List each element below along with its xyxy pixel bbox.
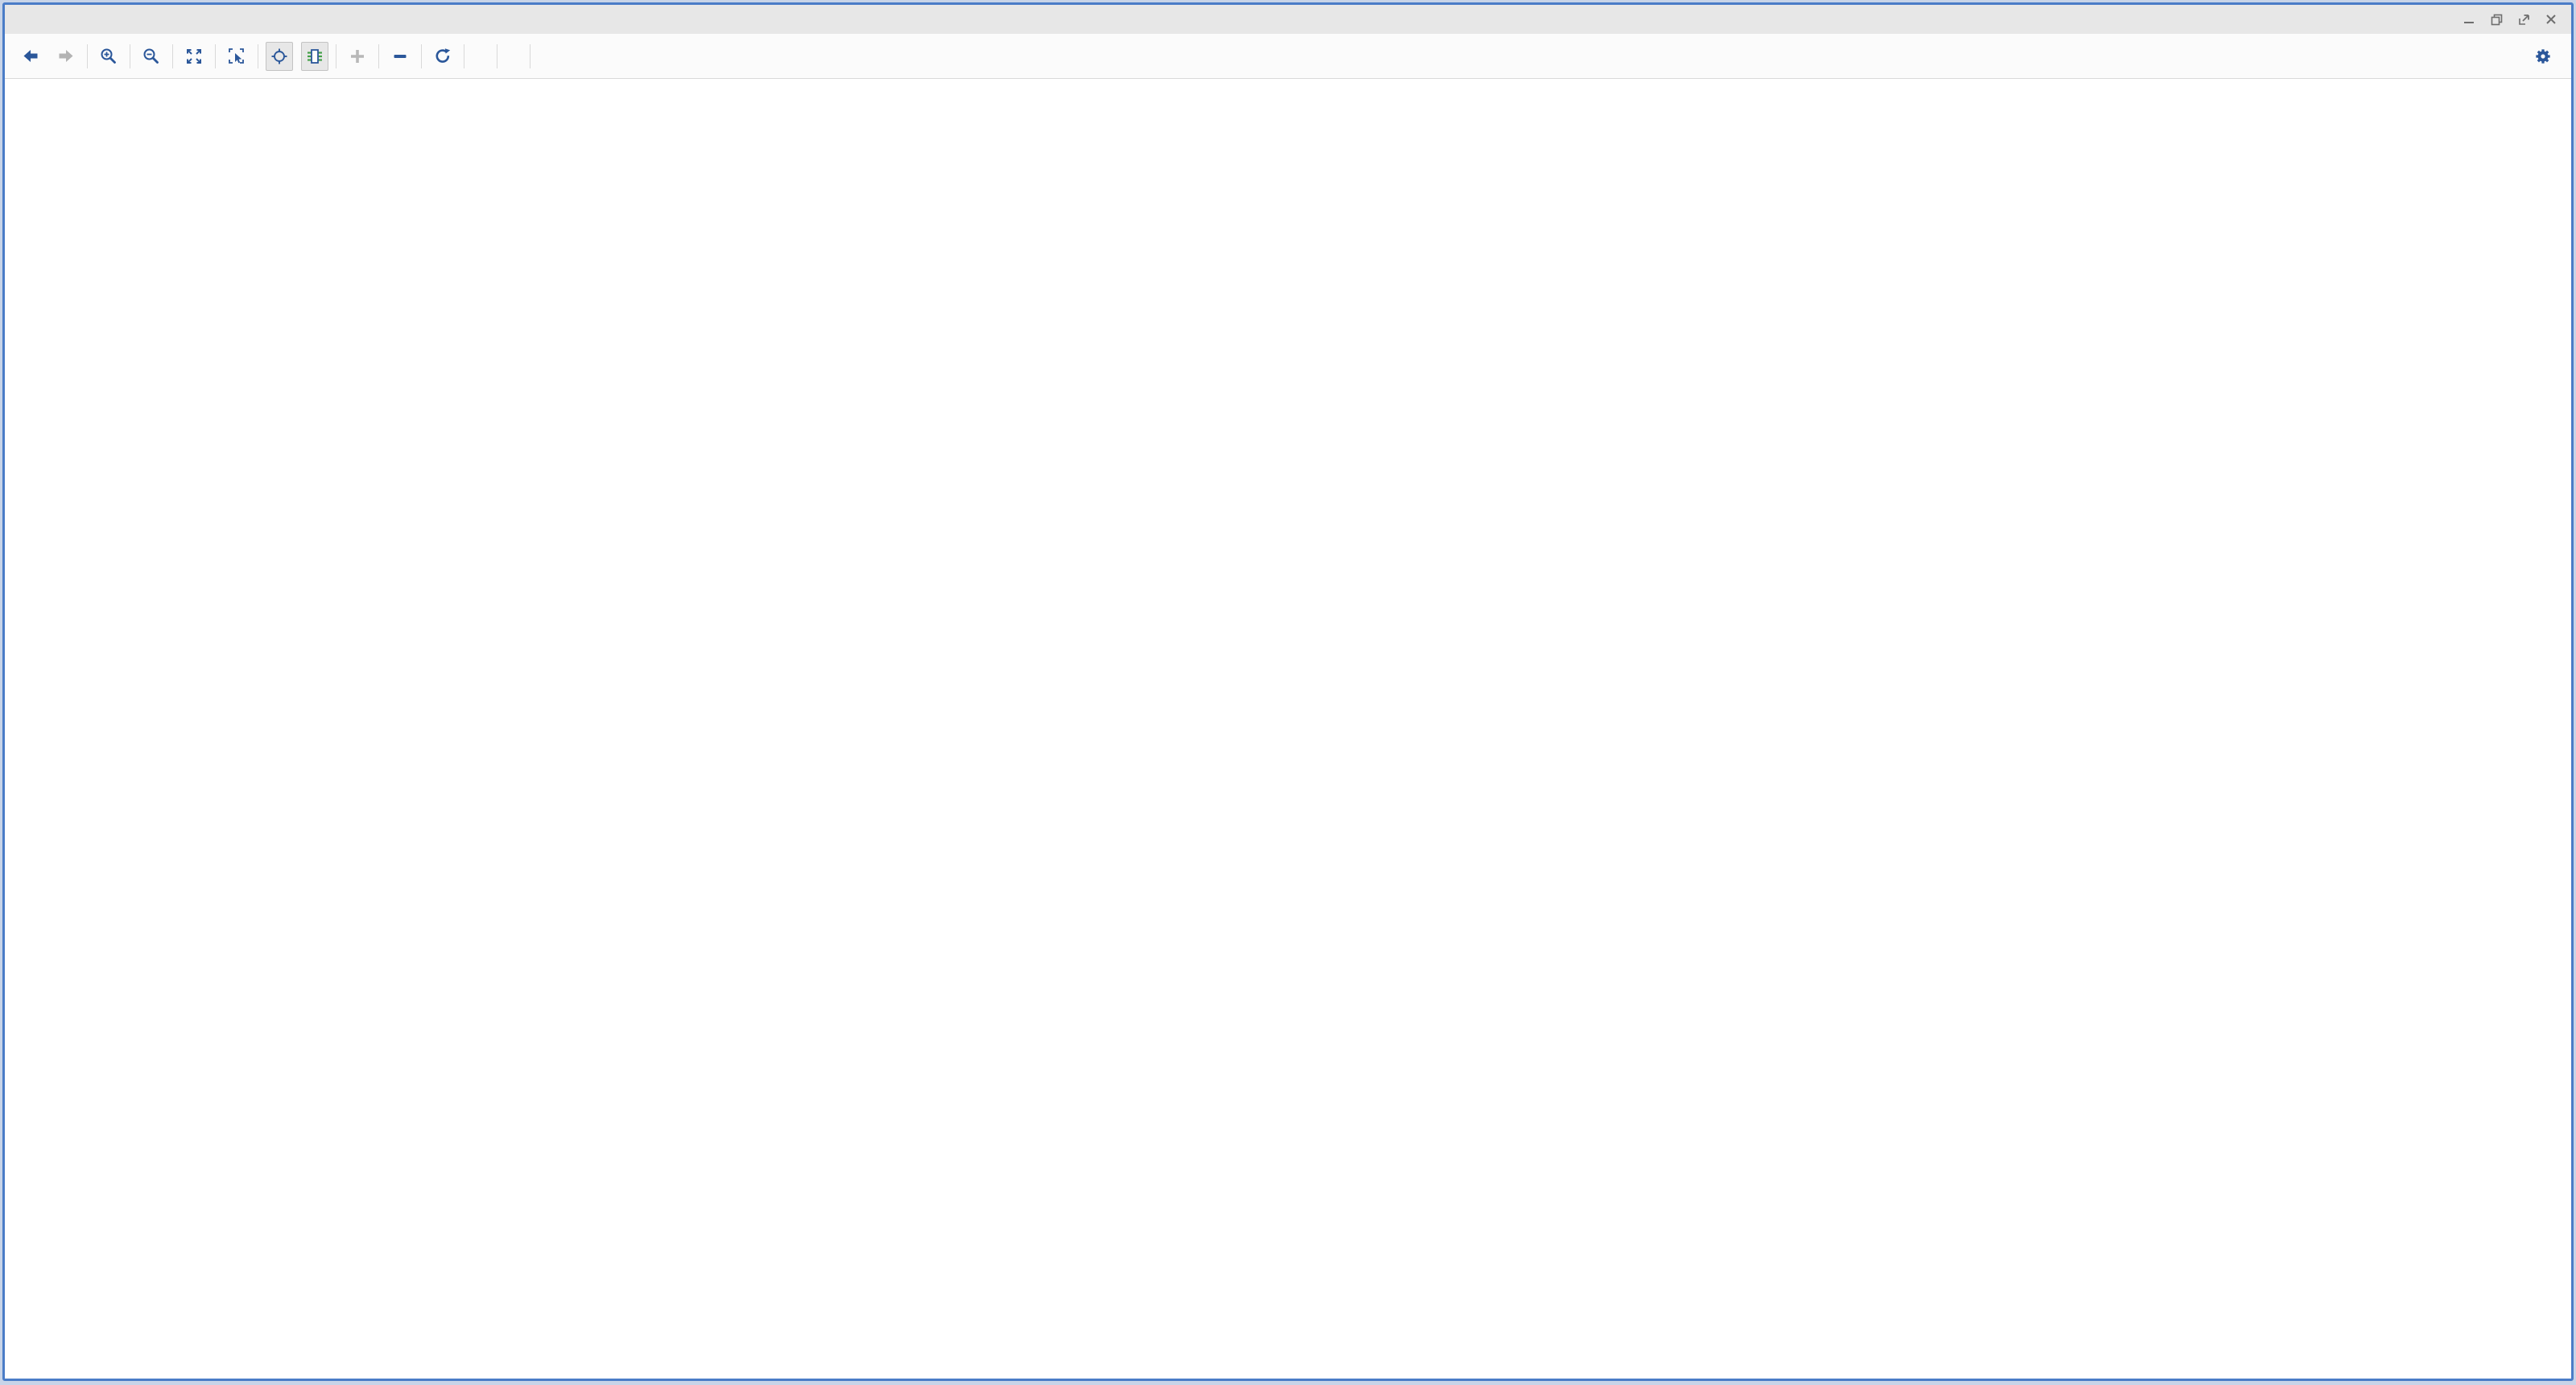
forward-icon [56,47,76,66]
minimize-button[interactable] [2458,10,2479,28]
title-bar [5,5,2571,34]
close-button[interactable] [2541,10,2562,28]
back-button[interactable] [17,42,44,71]
autofit-selection-button[interactable] [266,42,293,71]
collapse-minus-icon [390,47,410,66]
zoom-in-icon [99,47,118,66]
gear-icon [2533,46,2553,67]
minimize-icon [2463,14,2475,25]
toolbar [5,34,2571,79]
zoom-selection-button[interactable] [223,42,250,71]
collapse-button[interactable] [386,42,414,71]
float-button[interactable] [2513,10,2534,28]
zoom-fit-button[interactable] [180,42,208,71]
zoom-in-button[interactable] [95,42,122,71]
settings-button[interactable] [2529,42,2557,71]
expand-plus-icon [348,47,367,66]
zoom-fit-icon [184,47,204,66]
restore-icon [2491,14,2503,26]
schematic-drawing[interactable] [5,79,2571,1379]
schematic-canvas[interactable] [5,79,2571,1379]
zoom-selection-icon [227,47,246,66]
zoom-out-button[interactable] [138,42,165,71]
cell-icon [305,47,324,66]
float-icon [2518,14,2530,26]
close-icon [2545,14,2557,25]
autofit-selection-icon [270,47,289,66]
help-button[interactable] [2431,10,2452,28]
cell-properties-button[interactable] [301,42,328,71]
refresh-icon [433,47,452,66]
schematic-window [2,2,2574,1381]
restore-button[interactable] [2486,10,2507,28]
expand-button[interactable] [344,42,371,71]
refresh-button[interactable] [429,42,456,71]
zoom-out-icon [142,47,161,66]
back-icon [21,47,40,66]
forward-button[interactable] [52,42,80,71]
